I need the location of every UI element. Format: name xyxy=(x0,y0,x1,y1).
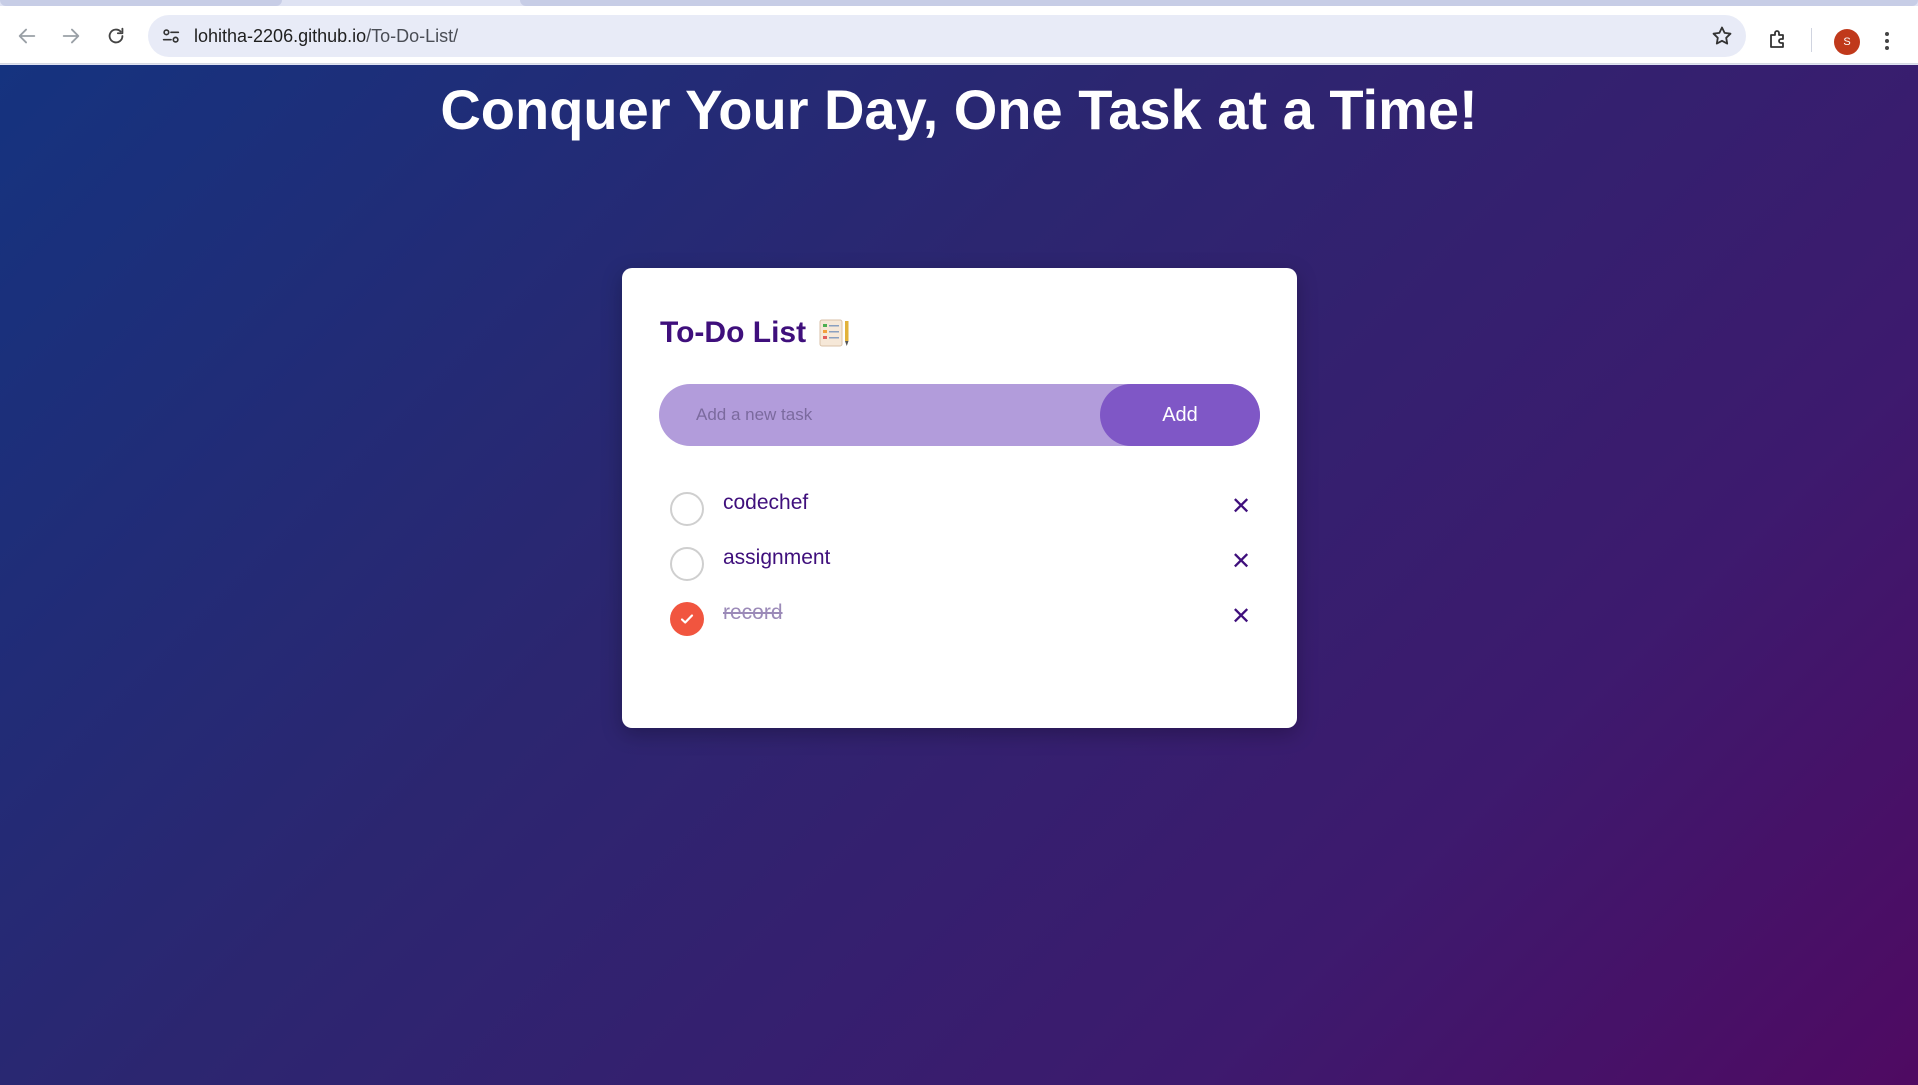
back-icon[interactable] xyxy=(14,23,40,49)
task-input[interactable] xyxy=(659,384,1109,446)
delete-icon[interactable]: ✕ xyxy=(1229,547,1253,575)
url-text: lohitha-2206.github.io/To-Do-List/ xyxy=(194,26,458,47)
add-button[interactable]: Add xyxy=(1100,384,1260,446)
task-item[interactable]: codechef ✕ xyxy=(660,484,1260,539)
task-text: codechef xyxy=(723,491,809,514)
page-headline: Conquer Your Day, One Task at a Time! xyxy=(440,78,1478,141)
checkmark-icon xyxy=(680,614,694,624)
forward-icon[interactable] xyxy=(58,23,84,49)
add-task-form: Add xyxy=(659,384,1260,446)
delete-icon[interactable]: ✕ xyxy=(1229,602,1253,630)
task-item-completed[interactable]: record ✕ xyxy=(660,594,1260,649)
reload-icon[interactable] xyxy=(103,23,129,49)
todo-card: To-Do List Add codechef ✕ xyxy=(622,268,1297,728)
page-background: Conquer Your Day, One Task at a Time! To… xyxy=(0,65,1918,1085)
address-bar[interactable]: lohitha-2206.github.io/To-Do-List/ xyxy=(148,15,1746,57)
task-checkbox[interactable] xyxy=(670,547,704,581)
profile-avatar[interactable]: S xyxy=(1834,29,1860,55)
memo-icon xyxy=(819,319,849,347)
extensions-icon[interactable] xyxy=(1766,27,1790,51)
url-path: /To-Do-List/ xyxy=(366,26,459,46)
delete-icon[interactable]: ✕ xyxy=(1229,492,1253,520)
card-title-text: To-Do List xyxy=(660,316,807,349)
more-menu-icon[interactable] xyxy=(1882,29,1892,53)
bookmark-star-icon[interactable] xyxy=(1710,24,1734,48)
card-title: To-Do List xyxy=(660,316,852,350)
task-item[interactable]: assignment ✕ xyxy=(660,539,1260,594)
url-host: lohitha-2206.github.io xyxy=(194,26,367,46)
task-text: assignment xyxy=(723,546,831,569)
task-text: record xyxy=(723,601,783,624)
task-checkbox-checked[interactable] xyxy=(670,602,704,636)
task-list: codechef ✕ assignment ✕ record ✕ xyxy=(660,484,1260,649)
toolbar-divider xyxy=(1811,28,1812,52)
browser-toolbar: lohitha-2206.github.io/To-Do-List/ S xyxy=(0,6,1918,64)
task-checkbox[interactable] xyxy=(670,492,704,526)
site-settings-icon[interactable] xyxy=(160,25,182,47)
